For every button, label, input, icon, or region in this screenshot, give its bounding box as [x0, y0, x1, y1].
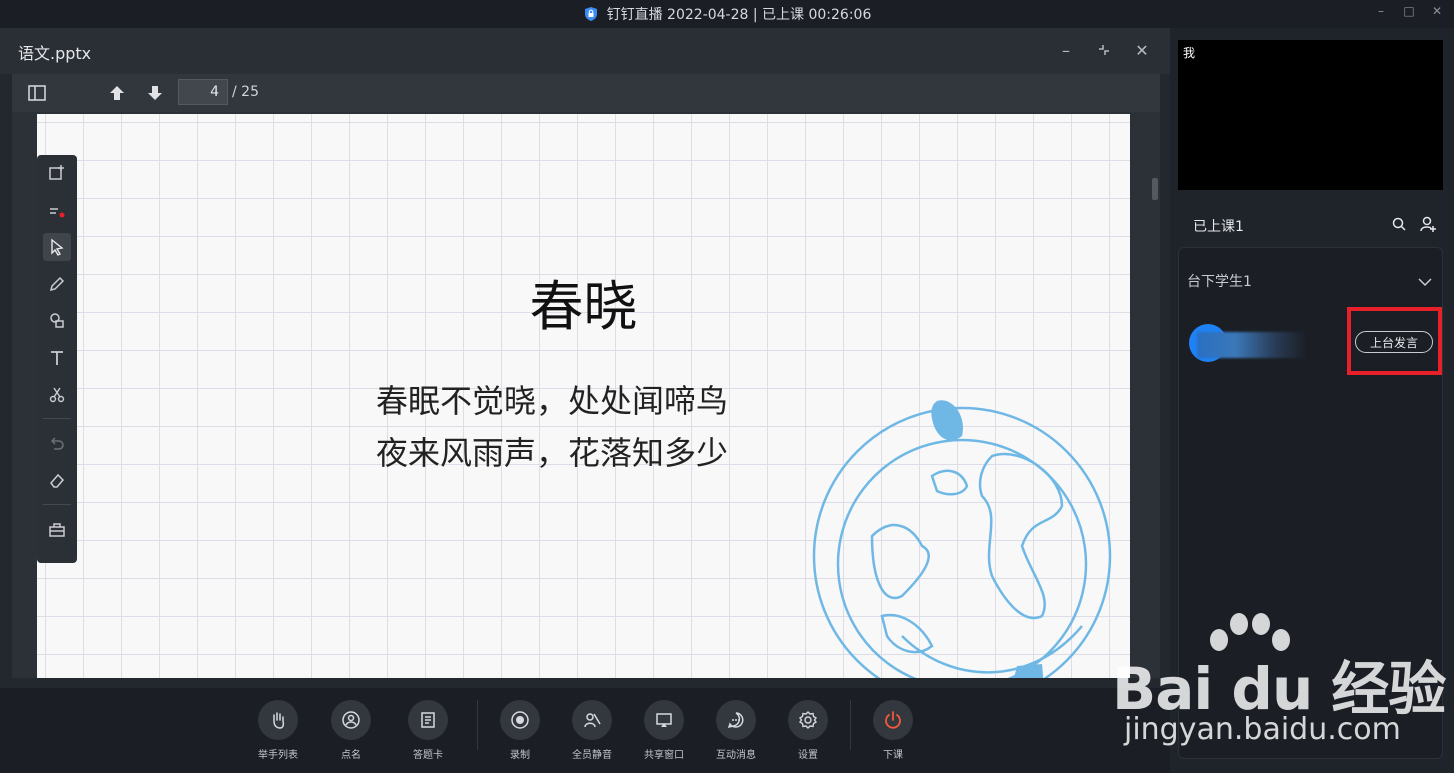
slide-title: 春晓 — [529, 275, 638, 338]
class-status-title: 已上课1 — [1193, 219, 1244, 235]
interactive-messages-label: 互动消息 — [716, 750, 756, 761]
record-label: 录制 — [510, 750, 530, 761]
settings-button[interactable]: 设置 — [778, 700, 838, 761]
document-header: 语文.pptx – ✕ — [0, 28, 1170, 74]
page-total: / 25 — [232, 84, 259, 100]
minimize-doc-icon[interactable]: – — [1058, 40, 1074, 60]
self-video-preview[interactable]: 我 — [1178, 40, 1443, 190]
raise-hand-list-button[interactable]: 举手列表 — [248, 700, 308, 761]
share-window-label: 共享窗口 — [644, 750, 684, 761]
scissors-icon[interactable] — [43, 381, 71, 409]
minimize-window-icon[interactable]: – — [1374, 4, 1388, 18]
slide-toolbar: 4 / 25 — [12, 74, 1160, 112]
roll-call-button[interactable]: 点名 — [321, 700, 381, 761]
settings-icon — [798, 711, 818, 729]
right-panel: 我 已上课1 台下学生1 上台发言 — [1170, 28, 1454, 773]
sidebar-toggle-icon[interactable] — [27, 83, 47, 103]
search-icon[interactable] — [1390, 215, 1408, 233]
bottom-toolbar: 举手列表 点名 答题卡 录制 全员静音 共享窗口 互动消息 设置 下课 — [0, 688, 1170, 773]
slide-viewport: 春晓 春眠不觉晓，处处闻啼鸟 夜来风雨声，花落知多少 — [12, 112, 1160, 678]
share-window-icon — [656, 713, 672, 727]
shapes-icon[interactable] — [43, 307, 71, 335]
audience-group-label: 台下学生1 — [1187, 274, 1252, 290]
add-user-icon[interactable] — [1419, 215, 1437, 233]
page-number-input[interactable]: 4 — [178, 79, 228, 105]
roll-call-icon — [342, 711, 360, 729]
previous-page-icon[interactable] — [107, 83, 127, 103]
document-title: 语文.pptx — [18, 44, 92, 63]
chevron-down-icon[interactable] — [1418, 272, 1432, 291]
maximize-window-icon[interactable]: □ — [1402, 4, 1416, 18]
restore-doc-icon[interactable] — [1096, 40, 1112, 60]
roll-call-label: 点名 — [341, 750, 361, 761]
window-title: 钉钉直播 2022-04-28 | 已上课 00:26:06 — [606, 7, 872, 23]
record-icon — [511, 711, 529, 729]
laser-pointer-icon[interactable] — [43, 196, 71, 224]
answer-card-label: 答题卡 — [413, 750, 443, 761]
eraser-icon[interactable] — [43, 467, 71, 495]
power-icon — [885, 711, 901, 729]
next-page-icon[interactable] — [145, 83, 165, 103]
globe-illustration — [812, 400, 1112, 678]
share-window-button[interactable]: 共享窗口 — [634, 700, 694, 761]
invite-to-stage-button[interactable]: 上台发言 — [1355, 331, 1433, 353]
drawing-toolbar — [37, 155, 77, 563]
interactive-messages-button[interactable]: 互动消息 — [706, 700, 766, 761]
record-button[interactable]: 录制 — [490, 700, 550, 761]
pen-icon[interactable] — [43, 270, 71, 298]
shield-icon — [584, 7, 597, 21]
end-class-label: 下课 — [883, 750, 903, 761]
close-window-icon[interactable]: ✕ — [1430, 4, 1444, 18]
raise-hand-list-label: 举手列表 — [258, 750, 298, 761]
mute-all-button[interactable]: 全员静音 — [562, 700, 622, 761]
title-bar: 钉钉直播 2022-04-28 | 已上课 00:26:06 – □ ✕ — [0, 0, 1454, 28]
answer-card-icon — [421, 712, 435, 728]
answer-card-button[interactable]: 答题卡 — [398, 700, 458, 761]
new-page-icon[interactable] — [43, 159, 71, 187]
message-icon — [727, 712, 744, 729]
close-doc-icon[interactable]: ✕ — [1134, 40, 1150, 60]
class-status-row: 已上课1 — [1170, 208, 1454, 242]
student-name-redacted — [1197, 332, 1307, 358]
settings-label: 设置 — [798, 750, 818, 761]
end-class-button[interactable]: 下课 — [863, 700, 923, 761]
slide-scrollbar[interactable] — [1152, 178, 1158, 200]
presentation-area: 语文.pptx – ✕ 4 / 25 春晓 春眠不觉晓，处处闻啼鸟 夜来风雨声，… — [0, 28, 1170, 773]
select-cursor-icon[interactable] — [43, 233, 71, 261]
slide-canvas[interactable]: 春晓 春眠不觉晓，处处闻啼鸟 夜来风雨声，花落知多少 — [37, 114, 1130, 678]
raise-hand-icon — [273, 712, 285, 729]
student-list: 台下学生1 上台发言 — [1178, 247, 1443, 759]
toolbox-icon[interactable] — [43, 516, 71, 544]
undo-icon[interactable] — [43, 430, 71, 458]
mute-all-label: 全员静音 — [572, 750, 612, 761]
mute-all-icon — [584, 713, 601, 728]
text-tool-icon[interactable] — [43, 344, 71, 372]
video-owner-label: 我 — [1183, 46, 1196, 60]
